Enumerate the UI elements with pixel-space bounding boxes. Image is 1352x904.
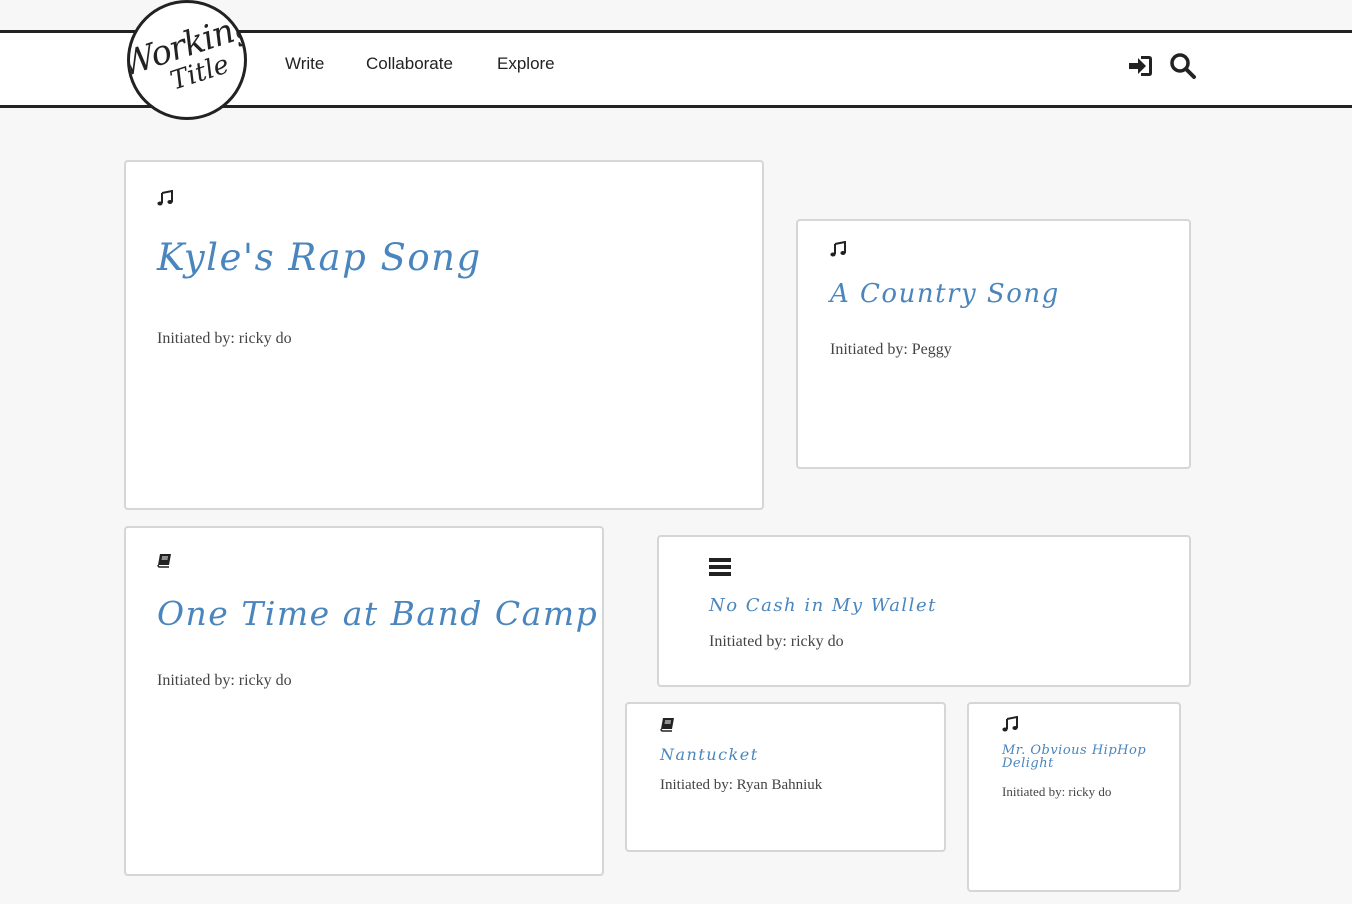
project-title[interactable]: One Time at Band Camp — [157, 594, 598, 633]
project-title[interactable]: No Cash in My Wallet — [709, 595, 937, 616]
search-icon[interactable] — [1169, 52, 1197, 80]
sign-in-icon[interactable] — [1126, 52, 1154, 80]
project-card[interactable]: No Cash in My Wallet Initiated by: ricky… — [657, 535, 1191, 687]
nav-write-link[interactable]: Write — [285, 54, 324, 74]
music-note-icon — [157, 189, 173, 211]
project-card[interactable]: Mr. Obvious HipHop Delight Initiated by:… — [967, 702, 1181, 892]
project-title[interactable]: A Country Song — [830, 279, 1060, 309]
nav-explore-link[interactable]: Explore — [497, 54, 555, 74]
project-initiator: Initiated by: ricky do — [1002, 784, 1112, 799]
project-title[interactable]: Kyle's Rap Song — [157, 236, 482, 279]
book-icon — [660, 716, 676, 737]
project-initiator: Initiated by: Peggy — [830, 341, 952, 358]
project-card[interactable]: Nantucket Initiated by: Ryan Bahniuk — [625, 702, 946, 852]
project-title[interactable]: Mr. Obvious HipHop Delight — [1002, 744, 1162, 770]
list-lines-icon — [709, 557, 731, 582]
music-note-icon — [1002, 715, 1018, 737]
music-note-icon — [830, 240, 846, 262]
project-card[interactable]: A Country Song Initiated by: Peggy — [796, 219, 1191, 469]
project-card[interactable]: Kyle's Rap Song Initiated by: ricky do — [124, 160, 764, 510]
book-icon — [157, 552, 173, 573]
project-initiator: Initiated by: Ryan Bahniuk — [660, 777, 823, 793]
nav-collaborate-link[interactable]: Collaborate — [366, 54, 453, 74]
brand-logo[interactable]: Working Title — [127, 0, 247, 120]
project-card[interactable]: One Time at Band Camp Initiated by: rick… — [124, 526, 604, 876]
project-initiator: Initiated by: ricky do — [157, 330, 292, 347]
project-initiator: Initiated by: ricky do — [157, 672, 292, 689]
project-title[interactable]: Nantucket — [660, 745, 759, 764]
project-initiator: Initiated by: ricky do — [709, 633, 844, 650]
